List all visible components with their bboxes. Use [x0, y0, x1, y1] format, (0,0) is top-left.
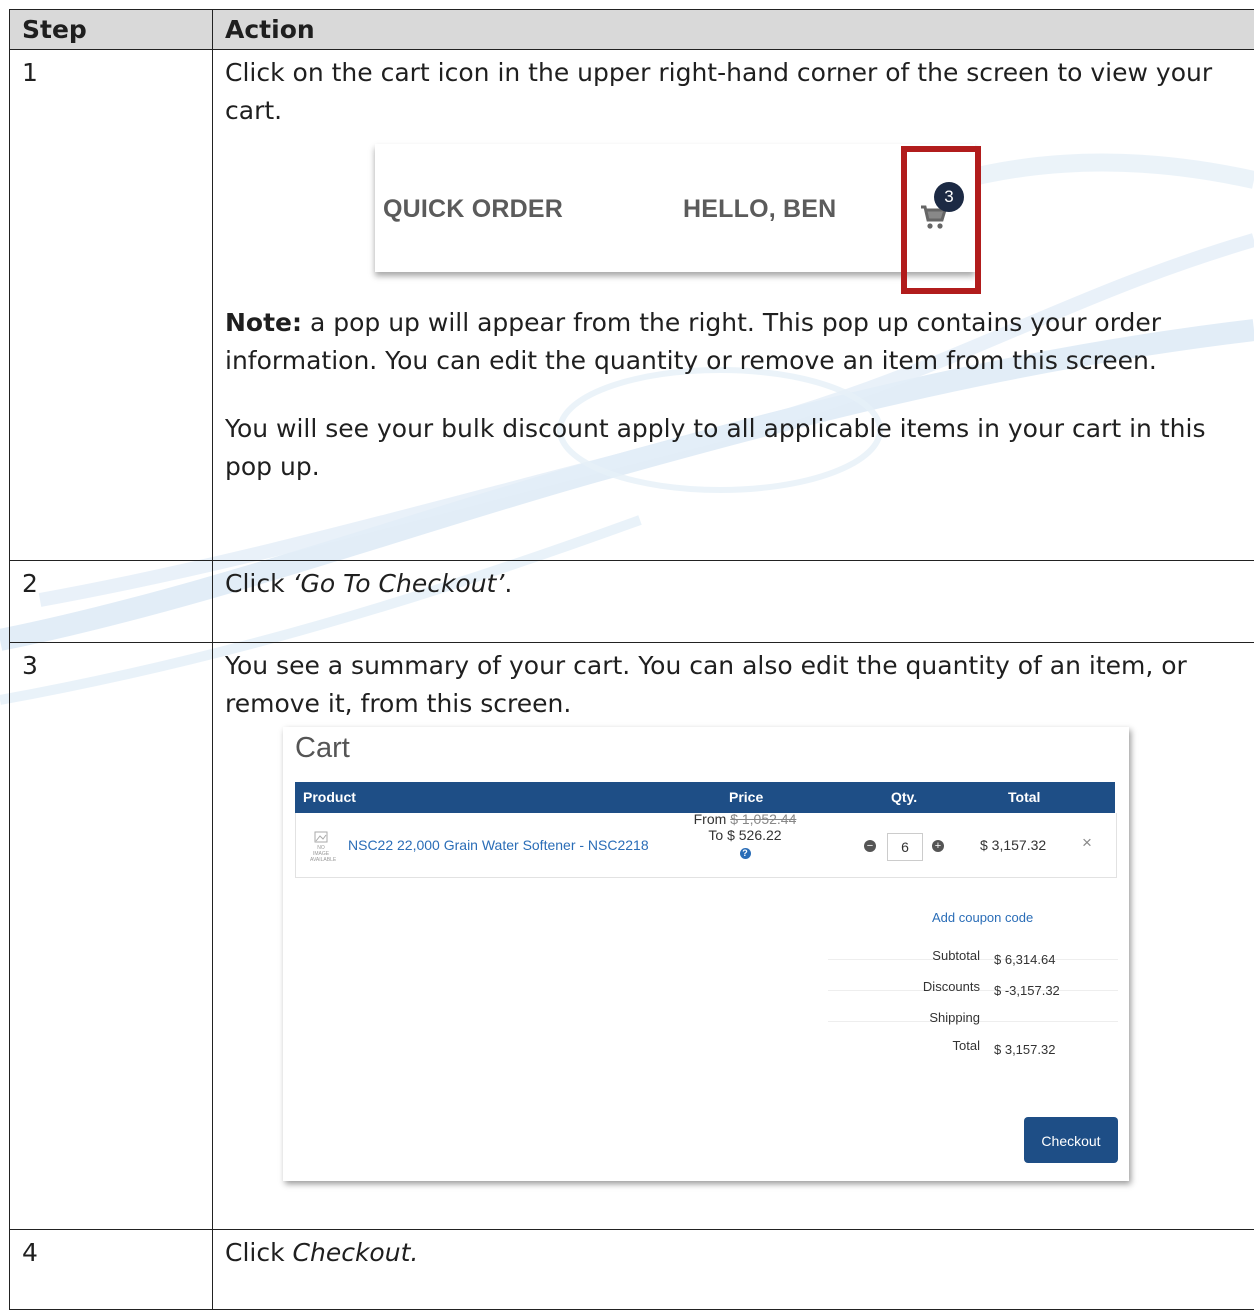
greeting-link[interactable]: HELLO, BEN	[683, 194, 836, 224]
summary-row-shipping: Shipping	[828, 991, 1118, 1022]
summary-value: $ 3,157.32	[994, 1031, 1055, 1069]
instructions-table: Step Action 1 Click on the cart icon in …	[9, 9, 1254, 1310]
product-name-link[interactable]: NSC22 22,000 Grain Water Softener - NSC2…	[348, 837, 649, 853]
decrease-quantity-button[interactable]: −	[864, 840, 876, 852]
step-text-suffix: .	[504, 569, 512, 598]
remove-item-icon[interactable]: ×	[1082, 835, 1092, 851]
nav-screenshot: QUICK ORDER HELLO, BEN 3	[225, 134, 925, 274]
summary-row-discounts: Discounts $ -3,157.32	[828, 960, 1118, 991]
action-cell: Click ‘Go To Checkout’.	[213, 561, 1254, 643]
step-number: 4	[10, 1230, 213, 1310]
cart-screenshot: Cart Product Price Qty. Total NO IMAGE A…	[283, 727, 1129, 1181]
step-number: 1	[10, 50, 213, 561]
step-text: Click Checkout.	[225, 1234, 1244, 1272]
cart-title: Cart	[295, 731, 350, 765]
action-cell: Click Checkout.	[213, 1230, 1254, 1310]
price-block: From $ 1,052.44 To $ 526.22 ?	[688, 811, 802, 859]
nav-bar: QUICK ORDER HELLO, BEN 3	[375, 144, 975, 272]
step-text: Click ‘Go To Checkout’.	[225, 565, 1244, 603]
column-total: Total	[1008, 782, 1040, 813]
help-icon[interactable]: ?	[740, 848, 751, 859]
summary-row-total: Total $ 3,157.32	[828, 1019, 1118, 1049]
original-price: $ 1,052.44	[730, 811, 796, 827]
step-number: 3	[10, 643, 213, 1230]
action-cell: You see a summary of your cart. You can …	[213, 643, 1254, 1230]
item-total: $ 3,157.32	[980, 837, 1046, 853]
discounted-price: To $ 526.22	[688, 827, 802, 843]
increase-quantity-button[interactable]: +	[932, 840, 944, 852]
step-number: 2	[10, 561, 213, 643]
action-cell: Click on the cart icon in the upper righ…	[213, 50, 1254, 561]
step-text-prefix: Click	[225, 1238, 293, 1267]
cart-item-row: NO IMAGE AVAILABLE NSC22 22,000 Grain Wa…	[295, 813, 1117, 878]
summary-row-subtotal: Subtotal $ 6,314.64	[828, 929, 1118, 960]
column-qty: Qty.	[891, 782, 917, 813]
discount-paragraph: You will see your bulk discount apply to…	[225, 410, 1244, 486]
from-label: From	[694, 811, 731, 827]
table-row: 3 You see a summary of your cart. You ca…	[10, 643, 1254, 1230]
quantity-input[interactable]: 6	[887, 833, 923, 861]
step-text: Click on the cart icon in the upper righ…	[225, 54, 1244, 130]
column-product: Product	[303, 782, 356, 813]
cart-table-header: Product Price Qty. Total	[295, 782, 1115, 813]
step-text-emphasis: Checkout.	[293, 1238, 419, 1267]
note-label: Note:	[225, 308, 302, 337]
step-text: You see a summary of your cart. You can …	[225, 647, 1244, 723]
table-row: 1 Click on the cart icon in the upper ri…	[10, 50, 1254, 561]
header-action: Action	[213, 10, 1254, 50]
checkout-button[interactable]: Checkout	[1024, 1117, 1118, 1163]
image-placeholder-icon	[314, 831, 328, 843]
table-row: 2 Click ‘Go To Checkout’.	[10, 561, 1254, 643]
quick-order-link[interactable]: QUICK ORDER	[383, 194, 563, 224]
step-text-prefix: Click	[225, 569, 293, 598]
highlight-box	[901, 146, 981, 294]
note-text: a pop up will appear from the right. Thi…	[225, 308, 1161, 375]
spacer	[225, 380, 1244, 410]
product-image-placeholder: NO IMAGE AVAILABLE	[310, 831, 332, 863]
column-price: Price	[729, 782, 763, 813]
table-header-row: Step Action	[10, 10, 1254, 50]
note-paragraph: Note: a pop up will appear from the righ…	[225, 304, 1244, 380]
table-row: 4 Click Checkout.	[10, 1230, 1254, 1310]
no-image-text: NO IMAGE AVAILABLE	[310, 845, 332, 863]
header-step: Step	[10, 10, 213, 50]
summary-label: Total	[953, 1027, 980, 1065]
step-text-emphasis: ‘Go To Checkout’	[293, 569, 505, 598]
